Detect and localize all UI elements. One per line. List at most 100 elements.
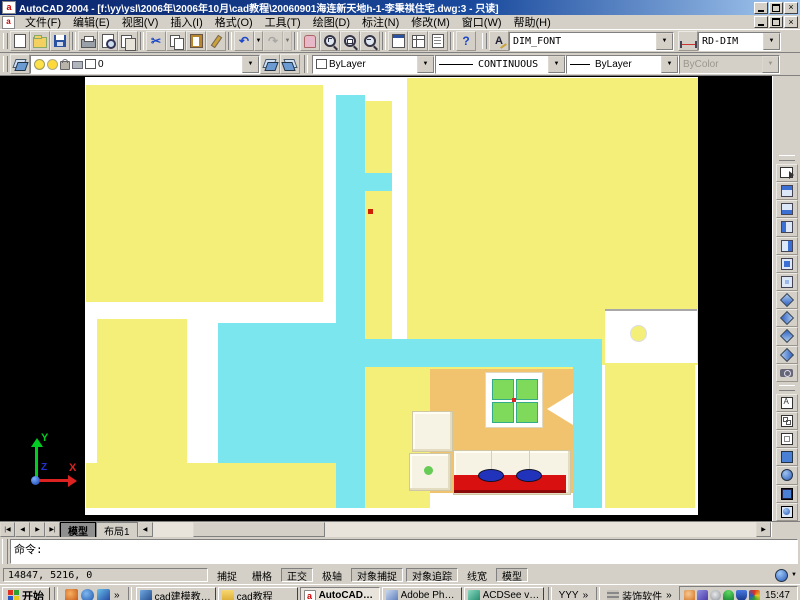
toggle-model[interactable]: 模型 bbox=[496, 568, 528, 582]
new-file-button[interactable] bbox=[10, 31, 30, 51]
dim-style-button[interactable] bbox=[678, 31, 698, 51]
paste-button[interactable] bbox=[186, 31, 206, 51]
doc-close-button[interactable]: × bbox=[784, 16, 798, 28]
right-view-button[interactable] bbox=[776, 237, 798, 255]
tray-icon-2[interactable] bbox=[697, 590, 708, 600]
top-view-button[interactable] bbox=[776, 182, 798, 200]
color-dropdown[interactable]: ▼ bbox=[417, 56, 434, 73]
scroll-right-arrow[interactable]: ▶ bbox=[756, 522, 771, 537]
task-cad-tutorial-folder[interactable]: cad教程 bbox=[218, 587, 298, 600]
toggle-polar[interactable]: 极轴 bbox=[316, 568, 348, 582]
named-views-button[interactable] bbox=[776, 164, 798, 182]
menu-view[interactable]: 视图(V) bbox=[116, 13, 165, 31]
tray-icon-3[interactable] bbox=[710, 590, 721, 600]
layer-dropdown[interactable]: ▼ bbox=[242, 56, 259, 73]
restore-button[interactable] bbox=[769, 2, 783, 14]
undo-dropdown-button[interactable]: ▼ bbox=[254, 31, 263, 51]
tray-umbrella-icon[interactable] bbox=[723, 590, 734, 600]
help-button[interactable]: ? bbox=[456, 31, 476, 51]
toggle-snap[interactable]: 捕捉 bbox=[211, 568, 243, 582]
open-file-button[interactable] bbox=[30, 31, 50, 51]
zoom-previous-button[interactable] bbox=[360, 31, 380, 51]
save-button[interactable] bbox=[50, 31, 70, 51]
toolbar-yyy[interactable]: YYY » bbox=[556, 590, 593, 600]
quick-launch-icon-3[interactable] bbox=[97, 589, 110, 600]
redo-dropdown-button[interactable]: ▼ bbox=[283, 31, 292, 51]
command-input-area[interactable]: 命令: bbox=[10, 539, 798, 564]
task-adobe-photoshop[interactable]: Adobe Photo... bbox=[382, 587, 462, 600]
shade-toolbar-grip[interactable] bbox=[779, 385, 795, 391]
layer-combo[interactable]: 0 ▼ bbox=[30, 55, 260, 74]
dim-style-dropdown[interactable]: ▼ bbox=[763, 33, 780, 50]
toolbar-grip[interactable] bbox=[3, 33, 8, 49]
scrollbar-thumb[interactable] bbox=[193, 522, 325, 537]
dim-style-combo[interactable]: RD-DIM ▼ bbox=[698, 32, 781, 51]
gouraud-shaded-edges-button[interactable] bbox=[776, 503, 798, 521]
text-style-combo[interactable]: DIM_FONT ▼ bbox=[509, 32, 674, 51]
match-properties-button[interactable] bbox=[206, 31, 226, 51]
2d-wireframe-button[interactable] bbox=[776, 394, 798, 412]
menu-modify[interactable]: 修改(M) bbox=[405, 13, 456, 31]
lineweight-combo[interactable]: ByLayer ▼ bbox=[566, 55, 679, 74]
menu-dimension[interactable]: 标注(N) bbox=[356, 13, 405, 31]
cut-button[interactable]: ✂ bbox=[146, 31, 166, 51]
toggle-ortho[interactable]: 正交 bbox=[281, 568, 313, 582]
lineweight-dropdown[interactable]: ▼ bbox=[661, 56, 678, 73]
menu-edit[interactable]: 编辑(E) bbox=[67, 13, 116, 31]
ne-isometric-button[interactable] bbox=[776, 327, 798, 345]
doc-restore-button[interactable] bbox=[769, 16, 783, 28]
camera-button[interactable] bbox=[776, 364, 798, 382]
toggle-osnap[interactable]: 对象捕捉 bbox=[351, 568, 403, 582]
toolbar-grip[interactable] bbox=[482, 33, 487, 49]
menu-file[interactable]: 文件(F) bbox=[19, 13, 67, 31]
menu-help[interactable]: 帮助(H) bbox=[508, 13, 557, 31]
color-combo[interactable]: ByLayer ▼ bbox=[312, 55, 435, 74]
decor-overflow-chevron[interactable]: » bbox=[665, 590, 673, 600]
zoom-realtime-button[interactable] bbox=[320, 31, 340, 51]
command-window-grip[interactable] bbox=[2, 539, 8, 564]
toggle-lineweight[interactable]: 线宽 bbox=[461, 568, 493, 582]
undo-button[interactable]: ↶ bbox=[234, 31, 254, 51]
front-view-button[interactable] bbox=[776, 255, 798, 273]
tray-icon-6[interactable] bbox=[749, 590, 760, 600]
se-isometric-button[interactable] bbox=[776, 309, 798, 327]
communication-center-icon[interactable] bbox=[775, 569, 788, 582]
toolbar-grip[interactable] bbox=[3, 56, 8, 72]
hidden-button[interactable] bbox=[776, 430, 798, 448]
back-view-button[interactable] bbox=[776, 273, 798, 291]
toolbar-decor-software[interactable]: 装饰软件 » bbox=[604, 588, 676, 600]
tab-first-button[interactable]: |◀ bbox=[0, 522, 15, 537]
text-style-dropdown[interactable]: ▼ bbox=[656, 33, 673, 50]
task-autocad[interactable]: a AutoCAD 200... bbox=[300, 587, 380, 600]
tray-icon-1[interactable] bbox=[684, 590, 695, 600]
quick-launch-icon-2[interactable] bbox=[81, 589, 94, 600]
doc-minimize-button[interactable] bbox=[754, 16, 768, 28]
tab-model[interactable]: 模型 bbox=[60, 522, 96, 537]
task-cad-modeling-tutorial[interactable]: cad建模教程... bbox=[136, 587, 216, 600]
pan-realtime-button[interactable] bbox=[300, 31, 320, 51]
flat-shaded-edges-button[interactable] bbox=[776, 485, 798, 503]
task-acdsee[interactable]: ACDSee v3.1... bbox=[464, 587, 544, 600]
quick-launch-icon-1[interactable] bbox=[65, 589, 78, 600]
sw-isometric-button[interactable] bbox=[776, 291, 798, 309]
publish-button[interactable] bbox=[118, 31, 138, 51]
tray-shield-icon[interactable] bbox=[736, 590, 747, 600]
linetype-combo[interactable]: CONTINUOUS ▼ bbox=[435, 55, 566, 74]
tab-next-button[interactable]: ▶ bbox=[30, 522, 45, 537]
nw-isometric-button[interactable] bbox=[776, 346, 798, 364]
linetype-dropdown[interactable]: ▼ bbox=[548, 56, 565, 73]
quick-launch-overflow-chevron[interactable]: » bbox=[113, 590, 121, 600]
tab-layout1[interactable]: 布局1 bbox=[96, 522, 138, 537]
text-style-button[interactable]: A bbox=[489, 31, 509, 51]
designcenter-button[interactable] bbox=[408, 31, 428, 51]
menu-window[interactable]: 窗口(W) bbox=[456, 13, 508, 31]
toggle-grid[interactable]: 栅格 bbox=[246, 568, 278, 582]
menu-format[interactable]: 格式(O) bbox=[209, 13, 259, 31]
close-button[interactable]: × bbox=[784, 2, 798, 14]
plot-button[interactable] bbox=[78, 31, 98, 51]
yyy-overflow-chevron[interactable]: » bbox=[582, 590, 590, 600]
make-layer-current-button[interactable] bbox=[260, 54, 280, 74]
bottom-view-button[interactable] bbox=[776, 200, 798, 218]
menu-insert[interactable]: 插入(I) bbox=[164, 13, 208, 31]
minimize-button[interactable] bbox=[754, 2, 768, 14]
